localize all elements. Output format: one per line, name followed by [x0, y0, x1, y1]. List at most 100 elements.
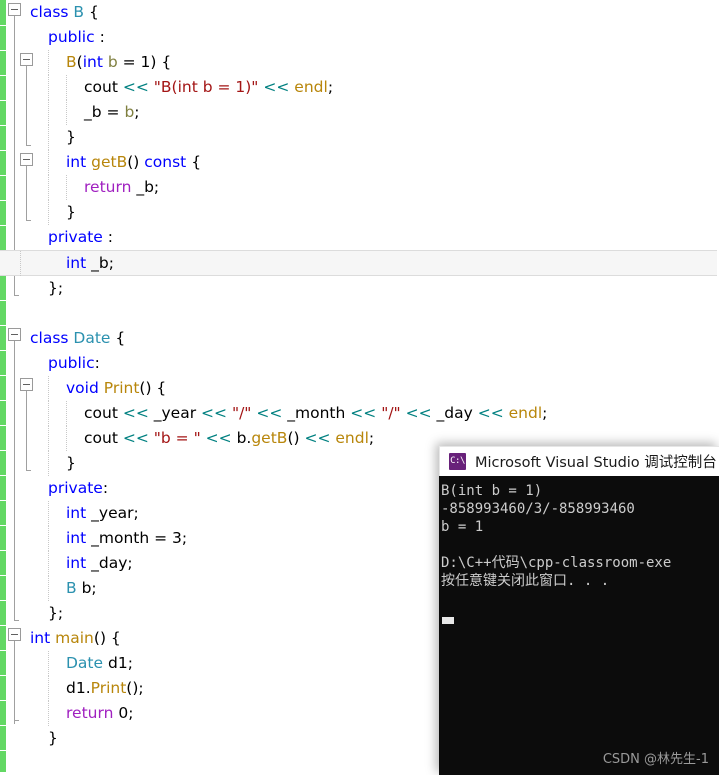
indent-guide [66, 175, 67, 200]
code-line[interactable]: _b = b; [28, 100, 719, 125]
fold-collapse-box[interactable] [8, 3, 21, 16]
code-token: : [102, 228, 113, 246]
code-line-indent [30, 28, 48, 46]
code-token: { [110, 329, 126, 347]
indent-guide [48, 526, 49, 551]
code-token: << [256, 404, 283, 422]
code-line[interactable]: private : [28, 225, 719, 250]
code-token: ; [542, 404, 548, 422]
code-token: void [66, 379, 99, 397]
fold-collapse-box[interactable] [8, 628, 21, 641]
code-line[interactable]: int _b; [0, 250, 717, 276]
console-title-bar[interactable]: C:\ Microsoft Visual Studio 调试控制台 [439, 446, 719, 476]
console-output-line: -858993460/3/-858993460 [441, 501, 635, 517]
code-line[interactable]: B(int b = 1) { [28, 50, 719, 75]
indent-guide [48, 426, 49, 451]
indent-guide [20, 251, 21, 276]
indent-guide [48, 175, 49, 200]
code-line[interactable]: cout << _year << "/" << _month << "/" <<… [28, 401, 719, 426]
fold-connector-line [26, 66, 27, 145]
fold-connector-line [26, 166, 27, 220]
code-token: } [66, 454, 76, 472]
fold-connector-line [14, 641, 15, 724]
code-token: "b = " [153, 429, 201, 447]
fold-collapse-box[interactable] [8, 328, 21, 341]
code-line[interactable] [28, 301, 719, 326]
console-output-line: B(int b = 1) [441, 483, 543, 499]
code-line[interactable]: public: [28, 351, 719, 376]
indent-guide [48, 651, 49, 676]
code-token: Date [66, 654, 104, 672]
code-token: return [84, 178, 132, 196]
code-line[interactable]: return _b; [28, 175, 719, 200]
code-token: { [186, 153, 202, 171]
code-token: int [66, 554, 87, 572]
code-token: getB [251, 429, 288, 447]
code-line[interactable]: } [28, 200, 719, 225]
code-line-indent [30, 354, 48, 372]
code-token: << [122, 78, 149, 96]
code-token: : [102, 479, 109, 497]
code-token: _b [84, 103, 102, 121]
code-token: class [30, 329, 69, 347]
code-token: _month = [86, 529, 173, 547]
code-token: const [144, 153, 187, 171]
code-token: } [66, 128, 76, 146]
code-line[interactable]: int getB() const { [28, 150, 719, 175]
fold-end-tick [14, 295, 19, 296]
code-token: _day; [86, 554, 133, 572]
code-line-indent [30, 729, 48, 747]
code-token: private [48, 228, 103, 246]
code-line[interactable]: cout << "B(int b = 1)" << endl; [28, 75, 719, 100]
indent-guide [66, 401, 67, 426]
code-token: (); [126, 679, 144, 697]
code-token: endl [294, 78, 328, 96]
code-token: ; [368, 429, 375, 447]
code-token: b. [231, 429, 252, 447]
code-token: << [122, 404, 149, 422]
code-line[interactable]: class B { [28, 0, 719, 25]
fold-connector-line [26, 391, 27, 470]
indent-guide [48, 401, 49, 426]
code-token: B [66, 53, 77, 71]
code-token: B [73, 3, 85, 21]
code-token: int [82, 53, 103, 71]
code-token: ; [134, 103, 140, 121]
indent-guide [66, 75, 67, 100]
code-token: b [124, 103, 135, 121]
code-token: << [477, 404, 504, 422]
code-line[interactable]: class Date { [28, 326, 719, 351]
code-token: << [205, 429, 232, 447]
code-line[interactable]: } [28, 125, 719, 150]
code-line[interactable]: }; [28, 276, 719, 301]
indent-guide [66, 100, 67, 125]
indent-guide [48, 100, 49, 125]
code-token: _year [148, 404, 202, 422]
code-line-indent [30, 404, 84, 422]
fold-end-tick [14, 620, 19, 621]
code-token: endl [508, 404, 543, 422]
code-token: public [48, 354, 95, 372]
code-token: B [66, 579, 77, 597]
code-line-indent [30, 228, 48, 246]
debug-console-window[interactable]: C:\ Microsoft Visual Studio 调试控制台 B(int … [439, 446, 719, 775]
console-output-area[interactable]: B(int b = 1) -858993460/3/-858993460 b = 1… [439, 476, 719, 775]
code-line-indent [30, 479, 48, 497]
console-app-icon: C:\ [449, 453, 466, 470]
code-token: public [48, 28, 95, 46]
code-token: "/" [381, 404, 401, 422]
code-line-indent [30, 254, 66, 272]
code-token: << [122, 429, 149, 447]
code-token: = [117, 53, 141, 71]
code-line[interactable]: void Print() { [28, 376, 719, 401]
indent-guide [48, 501, 49, 526]
code-line[interactable]: public : [28, 25, 719, 50]
code-line-indent [30, 604, 48, 622]
code-token: 3 [172, 529, 182, 547]
code-token: d1; [103, 654, 133, 672]
code-line-indent [30, 103, 84, 121]
indent-guide [48, 701, 49, 726]
code-token: Print [103, 379, 140, 397]
outlining-gutter[interactable] [6, 0, 33, 775]
code-token: _b; [131, 178, 160, 196]
